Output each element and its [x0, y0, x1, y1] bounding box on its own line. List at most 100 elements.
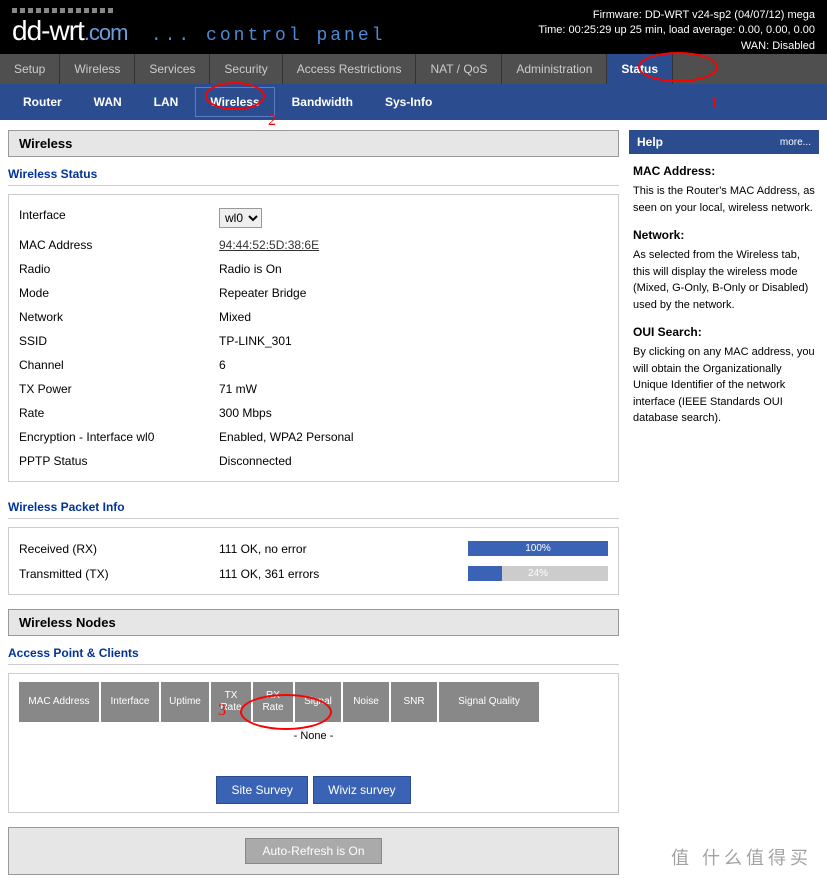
field-value: 300 Mbps — [219, 406, 608, 420]
site-survey-button[interactable]: Site Survey — [216, 776, 307, 804]
field-value: Disconnected — [219, 454, 608, 468]
field-value: Repeater Bridge — [219, 286, 608, 300]
help-heading: Network: — [633, 226, 815, 244]
field-value: Enabled, WPA2 Personal — [219, 430, 608, 444]
field-label: Mode — [19, 286, 219, 300]
packet-label: Transmitted (TX) — [19, 567, 219, 581]
logo-block: dd-wrt.com ... control panel — [12, 8, 385, 47]
field-value: TP-LINK_301 — [219, 334, 608, 348]
sub-tabs: RouterWANLANWirelessBandwidthSys-Info — [0, 84, 827, 120]
field-label: TX Power — [19, 382, 219, 396]
progress-text: 24% — [468, 566, 608, 581]
field-label: Radio — [19, 262, 219, 276]
ap-clients-title: Access Point & Clients — [8, 642, 619, 665]
packet-row: Transmitted (TX)111 OK, 361 errors 24% — [19, 561, 608, 586]
field-label: MAC Address — [19, 238, 219, 252]
help-heading: MAC Address: — [633, 162, 815, 180]
field-row: Interfacewl0 — [19, 203, 608, 233]
auto-refresh-button[interactable]: Auto-Refresh is On — [245, 838, 381, 864]
field-label: Encryption - Interface wl0 — [19, 430, 219, 444]
subtab-wan[interactable]: WAN — [79, 87, 137, 117]
table-header-snr: SNR — [391, 682, 437, 722]
help-more-link[interactable]: more... — [780, 137, 811, 148]
help-text: This is the Router's MAC Address, as see… — [633, 183, 815, 216]
field-row: Encryption - Interface wl0Enabled, WPA2 … — [19, 425, 608, 449]
wireless-status-title: Wireless Status — [8, 163, 619, 186]
field-label: SSID — [19, 334, 219, 348]
field-row: Channel6 — [19, 353, 608, 377]
packet-row: Received (RX)111 OK, no error 100% — [19, 536, 608, 561]
subtab-lan[interactable]: LAN — [139, 87, 194, 117]
table-header-txrate: TX Rate — [211, 682, 251, 722]
table-header-uptime: Uptime — [161, 682, 209, 722]
tab-accessrestrictions[interactable]: Access Restrictions — [283, 54, 417, 84]
header-info: Firmware: DD-WRT v24-sp2 (04/07/12) mega… — [538, 8, 815, 54]
field-row: NetworkMixed — [19, 305, 608, 329]
help-heading: OUI Search: — [633, 323, 815, 341]
help-text: By clicking on any MAC address, you will… — [633, 344, 815, 427]
packet-value: 111 OK, 361 errors — [219, 567, 419, 581]
action-buttons: Site Survey Wiviz survey — [19, 776, 608, 804]
time-text: Time: 00:25:29 up 25 min, load average: … — [538, 23, 815, 38]
field-value: Radio is On — [219, 262, 608, 276]
interface-select[interactable]: wl0 — [219, 208, 262, 228]
table-header-noise: Noise — [343, 682, 389, 722]
table-headers: MAC AddressInterfaceUptimeTX RateRX Rate… — [19, 682, 608, 722]
decoration-dots — [12, 8, 385, 13]
help-title: Help — [637, 135, 663, 149]
progress-text: 100% — [468, 541, 608, 556]
subtab-wireless[interactable]: Wireless — [195, 87, 274, 117]
wan-text: WAN: Disabled — [538, 39, 815, 54]
help-body: MAC Address: This is the Router's MAC Add… — [629, 154, 819, 435]
tab-setup[interactable]: Setup — [0, 54, 60, 84]
table-header-rxrate: RX Rate — [253, 682, 293, 722]
field-value: 94:44:52:5D:38:6E — [219, 238, 608, 252]
main-tabs: SetupWirelessServicesSecurityAccess Rest… — [0, 54, 827, 84]
packet-value: 111 OK, no error — [219, 542, 419, 556]
subtab-sysinfo[interactable]: Sys-Info — [370, 87, 447, 117]
wiviz-survey-button[interactable]: Wiviz survey — [313, 776, 410, 804]
subtab-router[interactable]: Router — [8, 87, 77, 117]
wireless-section-header: Wireless — [8, 130, 619, 157]
table-header-macaddress: MAC Address — [19, 682, 99, 722]
field-row: TX Power71 mW — [19, 377, 608, 401]
field-value: wl0 — [219, 208, 608, 228]
control-panel-subtitle: ... control panel — [151, 26, 386, 46]
header: dd-wrt.com ... control panel Firmware: D… — [0, 0, 827, 54]
field-value: Mixed — [219, 310, 608, 324]
field-label: Interface — [19, 208, 219, 228]
field-row: SSIDTP-LINK_301 — [19, 329, 608, 353]
field-row: RadioRadio is On — [19, 257, 608, 281]
help-header: Help more... — [629, 130, 819, 154]
help-sidebar: Help more... MAC Address: This is the Rou… — [629, 130, 819, 875]
table-header-signalquality: Signal Quality — [439, 682, 539, 722]
tab-services[interactable]: Services — [135, 54, 210, 84]
progress-bar: 24% — [468, 566, 608, 581]
tab-security[interactable]: Security — [210, 54, 282, 84]
help-text: As selected from the Wireless tab, this … — [633, 247, 815, 313]
packet-info-box: Received (RX)111 OK, no error 100% Transmi… — [8, 527, 619, 595]
mac-address-link[interactable]: 94:44:52:5D:38:6E — [219, 238, 319, 252]
logo-text: dd-wrt.com — [12, 15, 127, 50]
subtab-bandwidth[interactable]: Bandwidth — [277, 87, 368, 117]
field-label: PPTP Status — [19, 454, 219, 468]
wireless-nodes-header: Wireless Nodes — [8, 609, 619, 636]
tab-natqos[interactable]: NAT / QoS — [416, 54, 502, 84]
wireless-status-box: Interfacewl0MAC Address94:44:52:5D:38:6E… — [8, 194, 619, 482]
table-header-signal: Signal — [295, 682, 341, 722]
field-value: 6 — [219, 358, 608, 372]
field-label: Channel — [19, 358, 219, 372]
field-row: ModeRepeater Bridge — [19, 281, 608, 305]
table-none-text: - None - — [19, 726, 608, 746]
tab-administration[interactable]: Administration — [502, 54, 607, 84]
auto-refresh-bar: Auto-Refresh is On — [8, 827, 619, 875]
packet-label: Received (RX) — [19, 542, 219, 556]
field-row: PPTP StatusDisconnected — [19, 449, 608, 473]
ap-clients-box: MAC AddressInterfaceUptimeTX RateRX Rate… — [8, 673, 619, 813]
field-value: 71 mW — [219, 382, 608, 396]
field-row: MAC Address94:44:52:5D:38:6E — [19, 233, 608, 257]
tab-wireless[interactable]: Wireless — [60, 54, 135, 84]
tab-status[interactable]: Status — [607, 54, 673, 84]
field-label: Network — [19, 310, 219, 324]
progress-bar: 100% — [468, 541, 608, 556]
